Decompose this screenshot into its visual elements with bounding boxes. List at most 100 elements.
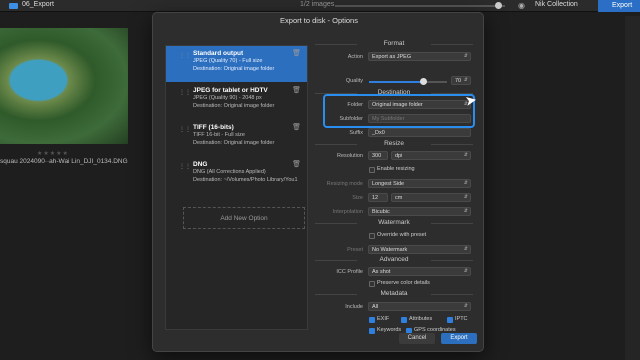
preset-item-standard[interactable]: ⋮⋮ 🗑 Standard output JPEG (Quality 70) -… xyxy=(166,46,307,82)
enable-resizing-label: Enable resizing xyxy=(377,166,415,172)
resizing-mode-select[interactable]: Longest Side ⇵ xyxy=(368,179,471,188)
resizing-mode-value: Longest Side xyxy=(372,181,405,187)
section-resize: Resize xyxy=(313,140,475,147)
section-metadata: Metadata xyxy=(313,290,475,297)
attributes-label: Attributes xyxy=(409,316,433,322)
export-tab[interactable]: Export xyxy=(598,0,640,12)
size-input[interactable]: 12 xyxy=(368,193,388,202)
preset-destination: Destination: Original image folder xyxy=(193,102,275,109)
chevron-updown-icon: ⇵ xyxy=(463,303,468,309)
size-unit-select[interactable]: cm ⇵ xyxy=(391,193,471,202)
options-pane: Format Action Export as JPEG ⇵ Quality 70… xyxy=(313,40,475,334)
folder-name[interactable]: 06_Export xyxy=(22,1,54,8)
iptc-checkbox[interactable] xyxy=(447,317,453,323)
quality-input[interactable]: 70 ⇵ xyxy=(451,76,471,85)
drag-handle-icon[interactable]: ⋮⋮ xyxy=(179,89,191,96)
add-new-option-button[interactable]: Add New Option xyxy=(183,207,305,229)
include-label: Include xyxy=(345,304,363,310)
section-advanced: Advanced xyxy=(313,256,475,263)
chevron-updown-icon: ⇵ xyxy=(463,194,468,200)
preset-item-dng[interactable]: ⋮⋮ 🗑 DNG DNG (All Corrections Applied) D… xyxy=(166,157,307,193)
resolution-input[interactable]: 300 xyxy=(368,151,388,160)
interpolation-value: Bicubic xyxy=(372,209,390,215)
include-select[interactable]: All ⇵ xyxy=(368,302,471,311)
quality-value: 70 xyxy=(455,78,462,84)
quality-slider[interactable] xyxy=(369,78,447,85)
chevron-updown-icon: ⇵ xyxy=(463,268,468,274)
preset-item-jpeg-tablet[interactable]: ⋮⋮ 🗑 JPEG for tablet or HDTV JPEG (Quali… xyxy=(166,83,307,119)
section-watermark: Watermark xyxy=(313,219,475,226)
preset-name: TIFF (16-bits) xyxy=(193,124,234,131)
zoom-slider-knob[interactable] xyxy=(495,2,502,9)
interpolation-label: Interpolation xyxy=(332,209,363,215)
chevron-updown-icon: ⇵ xyxy=(463,53,468,59)
zoom-slider[interactable] xyxy=(335,5,505,7)
override-preset-checkbox[interactable] xyxy=(369,233,375,239)
watermark-preset-select[interactable]: No Watermark ⇵ xyxy=(368,245,471,254)
export-dialog: Export to disk - Options ⋮⋮ 🗑 Standard o… xyxy=(152,12,484,352)
image-thumbnail[interactable] xyxy=(0,28,128,144)
trash-icon[interactable]: 🗑 xyxy=(292,123,301,131)
exif-label: EXIF xyxy=(377,316,390,322)
preset-detail: TIFF 16-bit - Full size xyxy=(193,132,245,138)
size-unit: cm xyxy=(395,195,403,201)
preset-detail: JPEG (Quality 70) - Full size xyxy=(193,58,263,64)
action-value: Export as JPEG xyxy=(372,54,412,60)
chevron-updown-icon: ⇵ xyxy=(463,180,468,186)
include-value: All xyxy=(372,304,379,310)
chevron-updown-icon: ⇵ xyxy=(463,208,468,214)
attributes-checkbox[interactable] xyxy=(401,317,407,323)
resolution-unit: dpi xyxy=(395,153,403,159)
size-label: Size xyxy=(352,195,363,201)
drag-handle-icon[interactable]: ⋮⋮ xyxy=(179,126,191,133)
iptc-label: IPTC xyxy=(455,316,468,322)
action-select[interactable]: Export as JPEG ⇵ xyxy=(368,52,471,61)
right-panel-edge xyxy=(625,16,640,360)
preserve-color-label: Preserve color details xyxy=(377,280,430,286)
exif-checkbox[interactable] xyxy=(369,317,375,323)
trash-icon[interactable]: 🗑 xyxy=(292,49,301,57)
stepper-icon: ⇵ xyxy=(463,77,468,83)
preset-name: JPEG for tablet or HDTV xyxy=(193,87,268,94)
quality-slider-fill xyxy=(369,81,424,83)
quality-label: Quality xyxy=(345,78,363,84)
preset-detail: DNG (All Corrections Applied) xyxy=(193,169,266,175)
nik-icon[interactable]: ◉ xyxy=(518,1,525,10)
icc-profile-select[interactable]: As shot ⇵ xyxy=(368,267,471,276)
rating-stars[interactable]: ★★★★★ xyxy=(37,150,69,157)
preset-list: ⋮⋮ 🗑 Standard output JPEG (Quality 70) -… xyxy=(165,45,308,330)
suffix-label: Suffix xyxy=(349,130,363,136)
drag-handle-icon[interactable]: ⋮⋮ xyxy=(179,52,191,59)
preset-item-tiff[interactable]: ⋮⋮ 🗑 TIFF (16-bits) TIFF 16-bit - Full s… xyxy=(166,120,307,156)
export-button[interactable]: Export xyxy=(441,333,477,344)
mouse-cursor-icon: ➤ xyxy=(463,91,478,109)
cancel-button[interactable]: Cancel xyxy=(399,333,435,344)
icc-profile-label: ICC Profile xyxy=(336,269,363,275)
chevron-updown-icon: ⇵ xyxy=(463,152,468,158)
override-preset-label: Override with preset xyxy=(377,232,427,238)
folder-icon xyxy=(9,3,18,9)
resizing-mode-label: Resizing mode xyxy=(326,181,363,187)
preset-destination: Destination: Original image folder xyxy=(193,139,275,146)
dialog-title: Export to disk - Options xyxy=(280,16,358,25)
resolution-unit-select[interactable]: dpi ⇵ xyxy=(391,151,471,160)
trash-icon[interactable]: 🗑 xyxy=(292,86,301,94)
watermark-preset-label: Preset xyxy=(347,247,363,253)
trash-icon[interactable]: 🗑 xyxy=(292,160,301,168)
preserve-color-checkbox[interactable] xyxy=(369,281,375,287)
preset-detail: JPEG (Quality 90) - 2048 px xyxy=(193,95,262,101)
keywords-checkbox[interactable] xyxy=(369,328,375,334)
top-bar: 06_Export 1/2 images ◉ Nik Collection Ex… xyxy=(0,0,640,12)
interpolation-select[interactable]: Bicubic ⇵ xyxy=(368,207,471,216)
section-format: Format xyxy=(313,40,475,47)
preset-destination: Destination: ~/Volumes/Photo Library/You… xyxy=(193,176,298,183)
preset-name: Standard output xyxy=(193,50,244,57)
highlight-annotation xyxy=(323,94,475,128)
action-label: Action xyxy=(347,54,363,60)
image-count: 1/2 images xyxy=(300,1,335,8)
quality-slider-knob[interactable] xyxy=(420,78,428,85)
enable-resizing-checkbox[interactable] xyxy=(369,167,375,173)
nik-collection-button[interactable]: Nik Collection xyxy=(535,1,578,8)
suffix-input[interactable]: _Dx0 xyxy=(368,128,471,137)
drag-handle-icon[interactable]: ⋮⋮ xyxy=(179,163,191,170)
